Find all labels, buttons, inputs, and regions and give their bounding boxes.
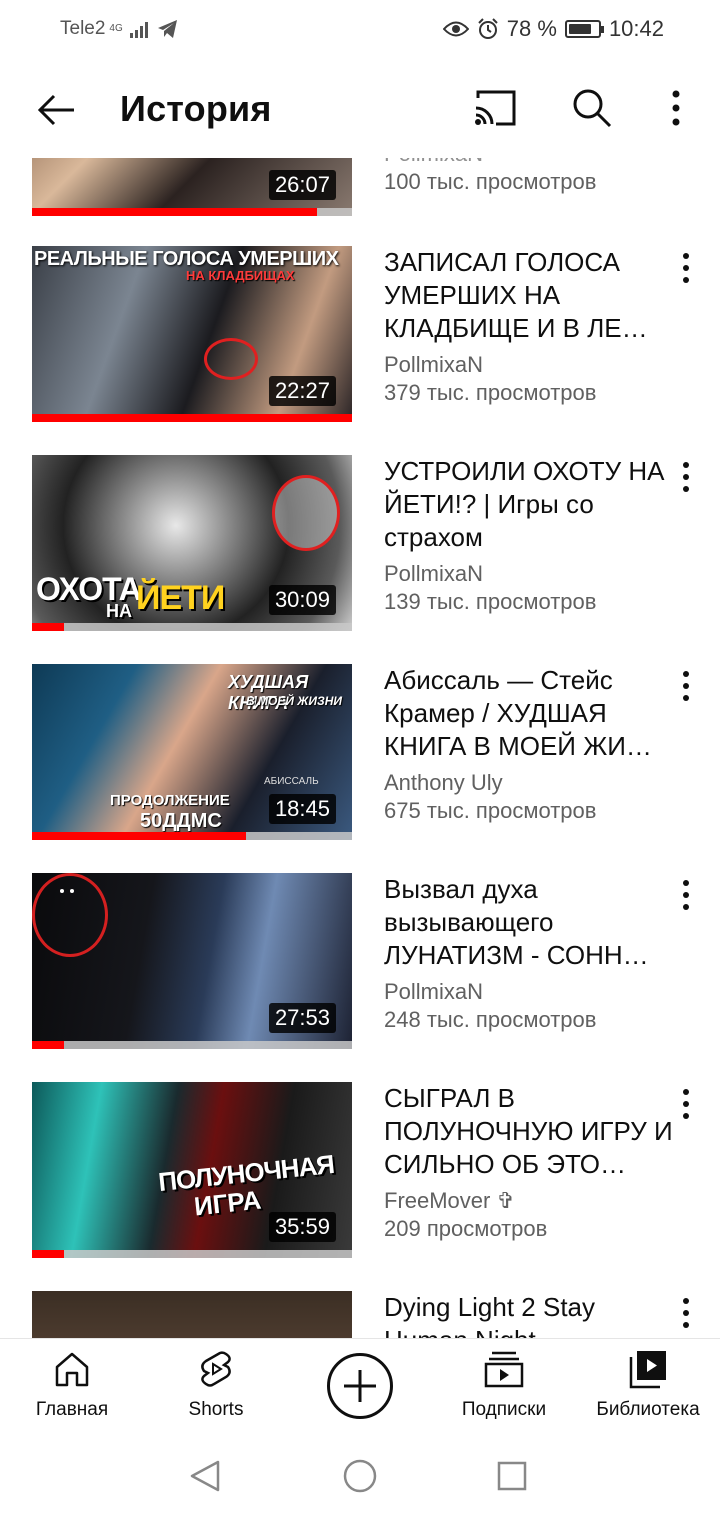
thumbnail-caption-accent: ЙЕТИ: [136, 579, 225, 617]
video-duration: 18:45: [268, 794, 336, 824]
video-item[interactable]: Dying Light 2 Stay Human Night: [0, 1291, 720, 1338]
shorts-icon: [201, 1351, 231, 1387]
page-title: История: [120, 88, 272, 129]
video-duration: 35:59: [268, 1212, 336, 1242]
thumbnail-caption-4: 50ДДМС: [140, 810, 222, 832]
app-bar: История: [0, 62, 720, 158]
video-menu-icon[interactable]: [672, 1086, 700, 1122]
video-views: 675 тыс. просмотров: [384, 798, 597, 823]
video-channel[interactable]: Anthony Uly: [384, 769, 674, 797]
video-title[interactable]: СЫГРАЛ В ПОЛУНОЧНУЮ ИГРУ И СИЛЬНО ОБ ЭТО…: [384, 1082, 674, 1181]
nav-subscriptions[interactable]: Подписки: [434, 1349, 574, 1421]
nav-library[interactable]: Библиотека: [578, 1349, 718, 1421]
watch-progress-track: [32, 1250, 352, 1258]
nav-library-label: Библиотека: [596, 1399, 700, 1420]
recents-square-icon[interactable]: [496, 1460, 528, 1492]
video-menu-icon[interactable]: [672, 1295, 700, 1331]
history-list[interactable]: 26:07 PollmixaN 100 тыс. просмотров РЕАЛ…: [0, 158, 720, 1338]
watch-progress-track: [32, 208, 352, 216]
alarm-icon: [478, 18, 498, 39]
library-icon: [629, 1351, 666, 1389]
video-item[interactable]: 27:53 Вызвал духа вызывающего ЛУНАТИЗМ -…: [0, 873, 720, 1073]
nav-shorts-label: Shorts: [188, 1399, 244, 1420]
eye-icon: [442, 21, 469, 37]
watch-progress-track: [32, 623, 352, 631]
watch-progress-track: [32, 1041, 352, 1049]
video-views: 209 просмотров: [384, 1216, 548, 1241]
watch-progress-track: [32, 414, 352, 422]
video-item[interactable]: ОХОТА НА ЙЕТИ 30:09 УСТРОИЛИ ОХОТУ НА ЙЕ…: [0, 455, 720, 655]
video-menu-icon[interactable]: [672, 668, 700, 704]
telegram-icon: [157, 20, 177, 38]
video-item[interactable]: РЕАЛЬНЫЕ ГОЛОСА УМЕРШИХ НА КЛАДБИЩАХ 22:…: [0, 246, 720, 446]
network-type: 4G: [109, 23, 123, 34]
nav-subscriptions-label: Подписки: [461, 1399, 547, 1420]
video-views: 100 тыс. просмотров: [384, 169, 597, 194]
video-title[interactable]: Абиссаль — Стейс Крамер / ХУДШАЯ КНИГА В…: [384, 664, 674, 763]
video-title[interactable]: Вызвал духа вызывающего ЛУНАТИЗМ - СОНН…: [384, 873, 674, 972]
thumbnail-caption-sub: НА: [106, 601, 132, 621]
video-title[interactable]: ЗАПИСАЛ ГОЛОСА УМЕРШИХ НА КЛАДБИЩЕ И В Л…: [384, 246, 674, 345]
video-thumbnail[interactable]: РЕАЛЬНЫЕ ГОЛОСА УМЕРШИХ НА КЛАДБИЩАХ 22:…: [32, 246, 352, 422]
video-menu-icon[interactable]: [672, 250, 700, 286]
video-thumbnail[interactable]: 27:53: [32, 873, 352, 1049]
video-channel[interactable]: FreeMover ✞: [384, 1187, 674, 1215]
home-circle-icon[interactable]: [342, 1458, 378, 1494]
signal-icon: [129, 22, 148, 38]
video-duration: 30:09: [268, 585, 336, 615]
video-views: 248 тыс. просмотров: [384, 1007, 597, 1032]
video-title[interactable]: УСТРОИЛИ ОХОТУ НА ЙЕТИ!? | Игры со страх…: [384, 455, 674, 554]
nav-shorts[interactable]: Shorts: [146, 1349, 286, 1421]
video-item[interactable]: 26:07 PollmixaN 100 тыс. просмотров: [0, 158, 720, 216]
create-icon: [344, 1370, 376, 1402]
status-bar: Tele2 4G 78 % 10:42: [0, 0, 720, 62]
more-vert-icon[interactable]: [660, 86, 692, 130]
video-duration: 22:27: [268, 376, 336, 406]
system-navigation: [0, 1436, 720, 1520]
video-channel[interactable]: PollmixaN: [384, 978, 674, 1006]
video-title[interactable]: Dying Light 2 Stay Human Night: [384, 1291, 674, 1338]
video-menu-icon[interactable]: [672, 877, 700, 913]
video-thumbnail[interactable]: ХУДШАЯ КНИГА В МОЕЙ ЖИЗНИ ПРОДОЛЖЕНИЕ 50…: [32, 664, 352, 840]
nav-home[interactable]: Главная: [2, 1349, 142, 1421]
home-icon: [55, 1352, 89, 1387]
nav-home-label: Главная: [35, 1399, 109, 1420]
cast-icon[interactable]: [472, 88, 518, 130]
video-thumbnail[interactable]: 26:07: [32, 158, 352, 216]
video-item[interactable]: ПОЛУНОЧНАЯ ИГРА 35:59 СЫГРАЛ В ПОЛУНОЧНУ…: [0, 1082, 720, 1282]
video-duration: 26:07: [268, 170, 336, 200]
create-button[interactable]: [327, 1353, 393, 1419]
subscriptions-icon: [484, 1351, 524, 1388]
bottom-navigation: Главная Shorts Подписки Библиотека: [0, 1338, 720, 1434]
carrier-label: Tele2: [60, 18, 106, 39]
video-channel[interactable]: PollmixaN: [384, 158, 674, 168]
thumbnail-caption-2: В МОЕЙ ЖИЗНИ: [246, 694, 343, 708]
thumbnail-caption-sub: НА КЛАДБИЩАХ: [186, 268, 295, 283]
video-menu-icon[interactable]: [672, 459, 700, 495]
battery-percent: 78 %: [506, 16, 557, 41]
clock: 10:42: [608, 16, 664, 41]
watch-progress-track: [32, 832, 352, 840]
thumbnail-caption-3: ПРОДОЛЖЕНИЕ: [110, 792, 230, 809]
video-thumbnail[interactable]: ПОЛУНОЧНАЯ ИГРА 35:59: [32, 1082, 352, 1258]
video-channel[interactable]: PollmixaN: [384, 351, 674, 379]
video-thumbnail[interactable]: [32, 1291, 352, 1338]
battery-icon: [564, 20, 604, 38]
video-item[interactable]: ХУДШАЯ КНИГА В МОЕЙ ЖИЗНИ ПРОДОЛЖЕНИЕ 50…: [0, 664, 720, 864]
video-duration: 27:53: [268, 1003, 336, 1033]
search-icon[interactable]: [570, 86, 614, 130]
video-views: 139 тыс. просмотров: [384, 589, 597, 614]
back-arrow-icon[interactable]: [34, 88, 78, 132]
video-channel[interactable]: PollmixaN: [384, 560, 674, 588]
back-triangle-icon[interactable]: [188, 1458, 222, 1494]
thumbnail-book-label: АБИССАЛЬ: [264, 776, 319, 787]
video-thumbnail[interactable]: ОХОТА НА ЙЕТИ 30:09: [32, 455, 352, 631]
video-views: 379 тыс. просмотров: [384, 380, 597, 405]
